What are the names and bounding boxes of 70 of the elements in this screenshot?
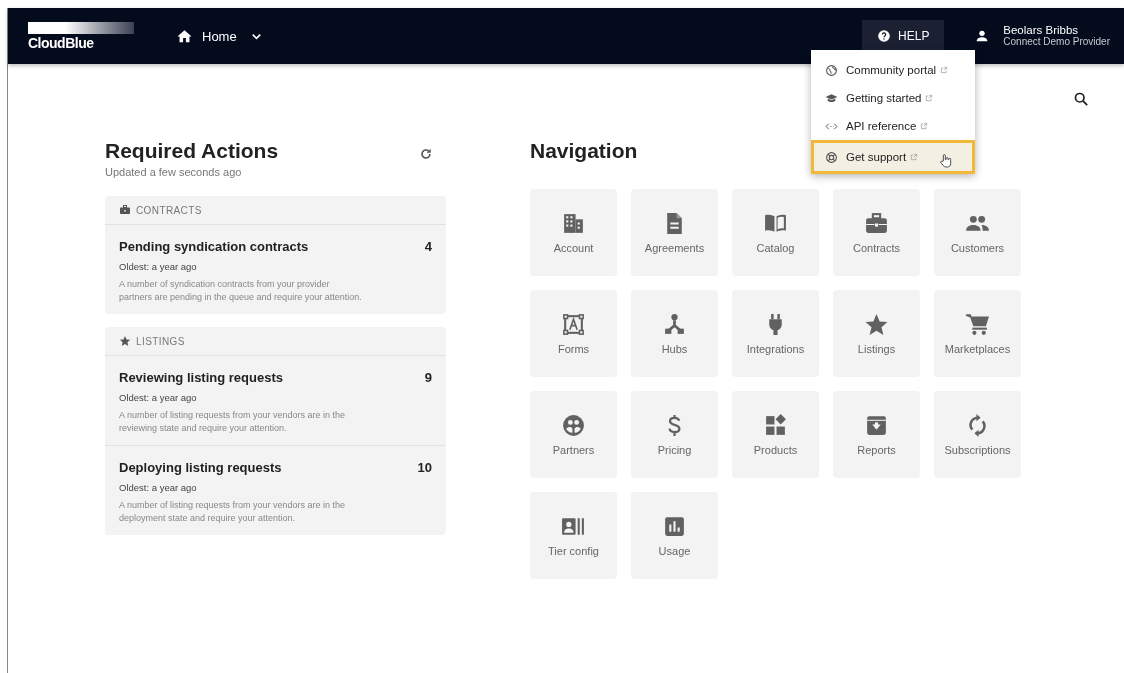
briefcase-icon	[119, 204, 131, 216]
refresh-icon	[418, 146, 434, 162]
menu-item[interactable]: Get support	[811, 140, 975, 174]
menu-item[interactable]: Getting started	[811, 84, 975, 112]
lifebuoy-icon	[825, 150, 838, 164]
briefcase-icon	[864, 211, 889, 236]
external-link-icon	[910, 153, 919, 161]
action-title: Reviewing listing requests	[119, 370, 283, 385]
navigation-tile[interactable]: Products	[732, 391, 819, 478]
menu-item[interactable]: Community portal	[811, 56, 975, 84]
oldest-text: Oldest: a year ago	[119, 261, 198, 272]
star-icon	[119, 335, 131, 347]
menu-item[interactable]: API reference	[811, 112, 975, 140]
section-title: Required Actions	[105, 138, 279, 164]
external-link-icon	[920, 122, 929, 130]
globe-icon	[825, 63, 838, 77]
search-icon[interactable]	[1073, 91, 1090, 108]
oldest-text: Oldest: a year ago	[119, 482, 198, 493]
action-title: Deploying listing requests	[119, 460, 282, 475]
group-title: LISTINGS	[136, 335, 185, 347]
help-icon	[877, 29, 892, 43]
action-title: Pending syndication contracts	[119, 239, 309, 254]
archive-icon	[864, 413, 889, 438]
action-count: 4	[424, 239, 432, 254]
oldest-text: Oldest: a year ago	[119, 392, 198, 403]
hub-icon	[662, 312, 687, 337]
navigation-tile[interactable]: Usage	[631, 492, 718, 579]
help-button[interactable]: HELP	[862, 20, 945, 52]
navigation-tile[interactable]: Forms	[530, 290, 617, 377]
navigation-tile[interactable]: Partners	[530, 391, 617, 478]
action-count: 10	[417, 460, 432, 475]
group-title: CONTRACTS	[136, 204, 202, 216]
navigation-tile[interactable]: Listings	[833, 290, 920, 377]
home-menu[interactable]: Home	[176, 27, 264, 45]
action-count: 9	[424, 370, 432, 385]
navigation-tile[interactable]: Pricing	[631, 391, 718, 478]
navigation-tile[interactable]: Agreements	[631, 189, 718, 276]
action-description: A number of syndication contracts from your provider partners are pending in the queue and require your attention.	[119, 278, 363, 304]
external-link-icon	[940, 66, 949, 74]
action-item[interactable]: Pending syndication contracts 4 Oldest: a year ago A number of syndication contracts from your provider partners are pending in the queue and require your attention.	[105, 225, 446, 314]
hand-cursor-icon	[938, 153, 954, 169]
bar-chart-icon	[662, 514, 687, 539]
navigation-tile[interactable]: Reports	[833, 391, 920, 478]
cloudblue-logo[interactable]: CloudBlue	[28, 21, 134, 51]
navigation-tile[interactable]: Marketplaces	[934, 290, 1021, 377]
blocks-icon	[763, 413, 788, 438]
navigation-tile[interactable]: Account	[530, 189, 617, 276]
building-icon	[561, 211, 586, 236]
action-item[interactable]: Reviewing listing requests 9 Oldest: a year ago A number of listing requests from your vendors are in the reviewing state and require your attention.	[105, 356, 446, 445]
external-link-icon	[925, 94, 934, 102]
user-name[interactable]: Beolars Bribbs	[1003, 24, 1110, 36]
home-icon	[176, 27, 193, 45]
text-frame-icon	[561, 312, 586, 337]
navigation-tile[interactable]: Subscriptions	[934, 391, 1021, 478]
navigation-tile[interactable]: Contracts	[833, 189, 920, 276]
action-description: A number of listing requests from your vendors are in the deployment state and require your attention.	[119, 499, 347, 525]
action-item[interactable]: Deploying listing requests 10 Oldest: a year ago A number of listing requests from your vendors are in the deployment state and require your attention.	[105, 445, 446, 535]
graduation-cap-icon	[825, 91, 838, 105]
updated-text: Updated a few seconds ago	[105, 166, 243, 178]
star-icon	[864, 312, 889, 337]
navigation-tile[interactable]: Customers	[934, 189, 1021, 276]
navigation-tile[interactable]: Integrations	[732, 290, 819, 377]
partners-icon	[561, 413, 586, 438]
action-description: A number of listing requests from your vendors are in the reviewing state and require your attention.	[119, 409, 347, 435]
navigation-tile[interactable]: Catalog	[732, 189, 819, 276]
section-title: Navigation	[530, 138, 638, 164]
account-name: Connect Demo Provider	[1003, 36, 1110, 48]
cart-icon	[965, 312, 990, 337]
navigation-tile[interactable]: Tier config	[530, 492, 617, 579]
navigation-tile[interactable]: Hubs	[631, 290, 718, 377]
